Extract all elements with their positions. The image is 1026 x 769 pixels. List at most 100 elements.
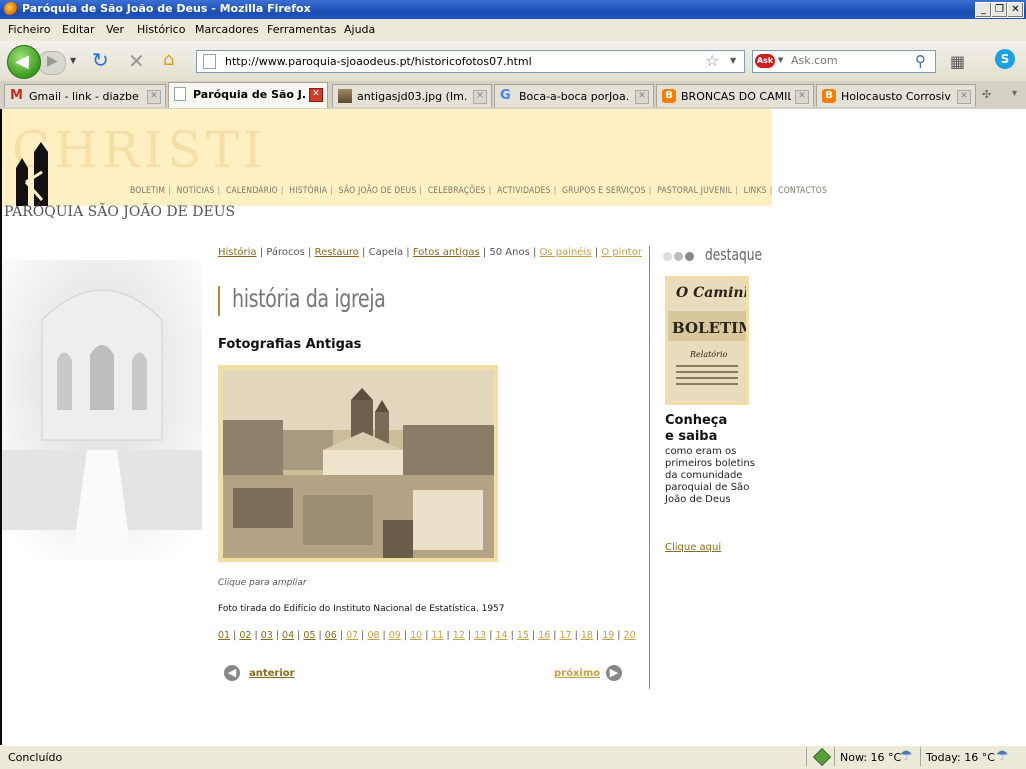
url-bar[interactable]: http://www.paroquia-sjoaodeus.pt/histori… (196, 50, 745, 73)
stop-icon[interactable]: ✕ (128, 49, 145, 73)
tab-antigasjd03[interactable]: antigasjd03.jpg (Im... ✕ (332, 84, 492, 107)
page-link[interactable]: 10 (410, 630, 422, 641)
history-dropdown-icon[interactable]: ▼ (70, 56, 76, 65)
page-link[interactable]: 05 (303, 630, 315, 641)
close-tab-icon[interactable]: ✕ (635, 90, 649, 104)
close-tab-icon[interactable]: ✕ (795, 90, 809, 104)
nav-boletim[interactable]: BOLETIM (130, 186, 165, 196)
reload-icon[interactable]: ↻ (92, 48, 109, 72)
page-link[interactable]: 13 (474, 630, 486, 641)
url-dropdown-icon[interactable]: ▼ (730, 56, 736, 65)
next-link[interactable]: próximo (554, 668, 600, 679)
tab-boca-a-boca[interactable]: G Boca-a-boca porJoa... ✕ (494, 84, 654, 107)
nav-celebracoes[interactable]: CELEBRAÇÕES (428, 186, 486, 196)
city-photo-image (223, 370, 494, 558)
sidebar-heading: Conheça e saiba (665, 413, 727, 445)
historic-photo[interactable] (218, 365, 498, 562)
menu-historico[interactable]: Histórico (137, 23, 185, 36)
page-link[interactable]: 18 (581, 630, 593, 641)
search-icon[interactable]: ⚲ (915, 52, 926, 70)
tab-paroquia[interactable]: Paróquia de São J... ✕ (168, 82, 328, 108)
photo-caption: Foto tirada do Edifício do Instituto Nac… (218, 604, 505, 614)
next-arrow-icon[interactable]: ▶ (606, 665, 622, 681)
home-icon[interactable]: ⌂ (163, 49, 174, 70)
page-link[interactable]: 03 (261, 630, 273, 641)
nav-actividades[interactable]: ACTIVIDADES (497, 186, 551, 196)
forward-arrow-icon: ▶ (47, 53, 58, 69)
nav-calendario[interactable]: CALENDÁRIO (226, 186, 278, 196)
tab-broncas[interactable]: B BRONCAS DO CAMILO ✕ (656, 84, 814, 107)
crumb-historia[interactable]: História (218, 247, 257, 258)
page-link[interactable]: 12 (453, 630, 465, 641)
menu-ver[interactable]: Ver (106, 23, 124, 36)
svg-text:BOLETIM: BOLETIM (672, 319, 746, 337)
tab-holocausto[interactable]: B Holocausto Corrosiv... ✕ (816, 84, 976, 107)
breadcrumb: História | Párocos | Restauro | Capela |… (218, 247, 642, 258)
crumb-50-anos: 50 Anos (489, 247, 530, 258)
sidebar-link[interactable]: Clique aqui (665, 542, 721, 553)
menu-editar[interactable]: Editar (62, 23, 95, 36)
nav-historia[interactable]: HISTÓRIA (289, 186, 327, 196)
page-link[interactable]: 11 (431, 630, 443, 641)
crumb-restauro[interactable]: Restauro (315, 247, 359, 258)
nav-links[interactable]: LINKS (744, 186, 767, 196)
maximize-button[interactable]: ❐ (991, 2, 1008, 18)
search-bar[interactable]: Ask ▼ ⚲ (752, 50, 936, 73)
page-link[interactable]: 14 (495, 630, 507, 641)
nav-pastoral-juvenil[interactable]: PASTORAL JUVENIL (657, 186, 732, 196)
nav-noticias[interactable]: NOTÍCIAS (177, 186, 215, 196)
crumb-o-pintor[interactable]: O pintor (601, 247, 642, 258)
search-input[interactable] (789, 53, 913, 68)
page-link[interactable]: 19 (602, 630, 614, 641)
menu-ferramentas[interactable]: Ferramentas (267, 23, 336, 36)
tab-list-icon[interactable]: ▾ (1012, 88, 1017, 99)
tab-scroll-icon[interactable]: ✣ (982, 88, 991, 101)
tab-gmail[interactable]: M Gmail - link - diazber... ✕ (4, 84, 166, 107)
previous-link[interactable]: anterior (249, 668, 295, 679)
site-logo-text[interactable]: PARÓQUIA SÃO JOÃO DE DEUS (4, 204, 235, 220)
close-tab-icon[interactable]: ✕ (957, 90, 971, 104)
search-engine-dropdown-icon[interactable]: ▼ (778, 56, 783, 64)
sidebar-text: como eram os primeiros boletins da comun… (665, 446, 755, 505)
forward-button[interactable]: ▶ (38, 51, 66, 75)
page-link[interactable]: 16 (538, 630, 550, 641)
page-link[interactable]: 17 (560, 630, 572, 641)
weather-now[interactable]: Now: 16 °C (840, 751, 901, 764)
skype-icon[interactable]: S (995, 49, 1015, 69)
page-link[interactable]: 01 (218, 630, 230, 641)
page-link[interactable]: 15 (517, 630, 529, 641)
page-link[interactable]: 02 (239, 630, 251, 641)
menu-marcadores[interactable]: Marcadores (195, 23, 259, 36)
weather-today[interactable]: Today: 16 °C (926, 751, 995, 764)
menu-ajuda[interactable]: Ajuda (344, 23, 375, 36)
nav-contactos[interactable]: CONTACTOS (778, 186, 827, 196)
blogger-icon: B (662, 89, 676, 103)
nav-grupos-e-servicos[interactable]: GRUPOS E SERVIÇOS (562, 186, 646, 196)
grid-menu-icon[interactable]: ▦ (950, 52, 965, 71)
page-link[interactable]: 08 (367, 630, 379, 641)
bookmark-star-icon[interactable]: ☆ (705, 51, 719, 70)
weather-cloud-icon: ☂ (996, 748, 1009, 764)
close-tab-icon[interactable]: ✕ (147, 90, 161, 104)
crumb-os-paineis[interactable]: Os painéis (540, 247, 592, 258)
site-nav: BOLETIM | NOTÍCIAS | CALENDÁRIO | HISTÓRIA |… (130, 186, 828, 196)
page-link[interactable]: 09 (389, 630, 401, 641)
svg-text:Relatório: Relatório (689, 350, 728, 359)
weather-cloud-icon: ☂ (900, 748, 913, 764)
boletim-image[interactable]: O Caminho BOLETIM Relatório (665, 276, 749, 405)
page-link[interactable]: 06 (325, 630, 337, 641)
back-button[interactable]: ◀ (7, 45, 41, 79)
section-title: história da igreja (232, 284, 386, 313)
menu-ficheiro[interactable]: Ficheiro (8, 23, 50, 36)
close-tab-icon[interactable]: ✕ (473, 90, 487, 104)
page-link[interactable]: 20 (624, 630, 636, 641)
close-button[interactable]: ✕ (1007, 2, 1024, 18)
page-link[interactable]: 04 (282, 630, 294, 641)
page-link[interactable]: 07 (346, 630, 358, 641)
minimize-button[interactable]: _ (975, 2, 992, 18)
close-tab-icon[interactable]: ✕ (309, 88, 323, 102)
previous-arrow-icon[interactable]: ◀ (224, 665, 240, 681)
ask-icon[interactable]: Ask (755, 54, 775, 68)
crumb-fotos-antigas[interactable]: Fotos antigas (413, 247, 480, 258)
nav-sao-joao-de-deus[interactable]: SÃO JOÃO DE DEUS (339, 186, 417, 196)
